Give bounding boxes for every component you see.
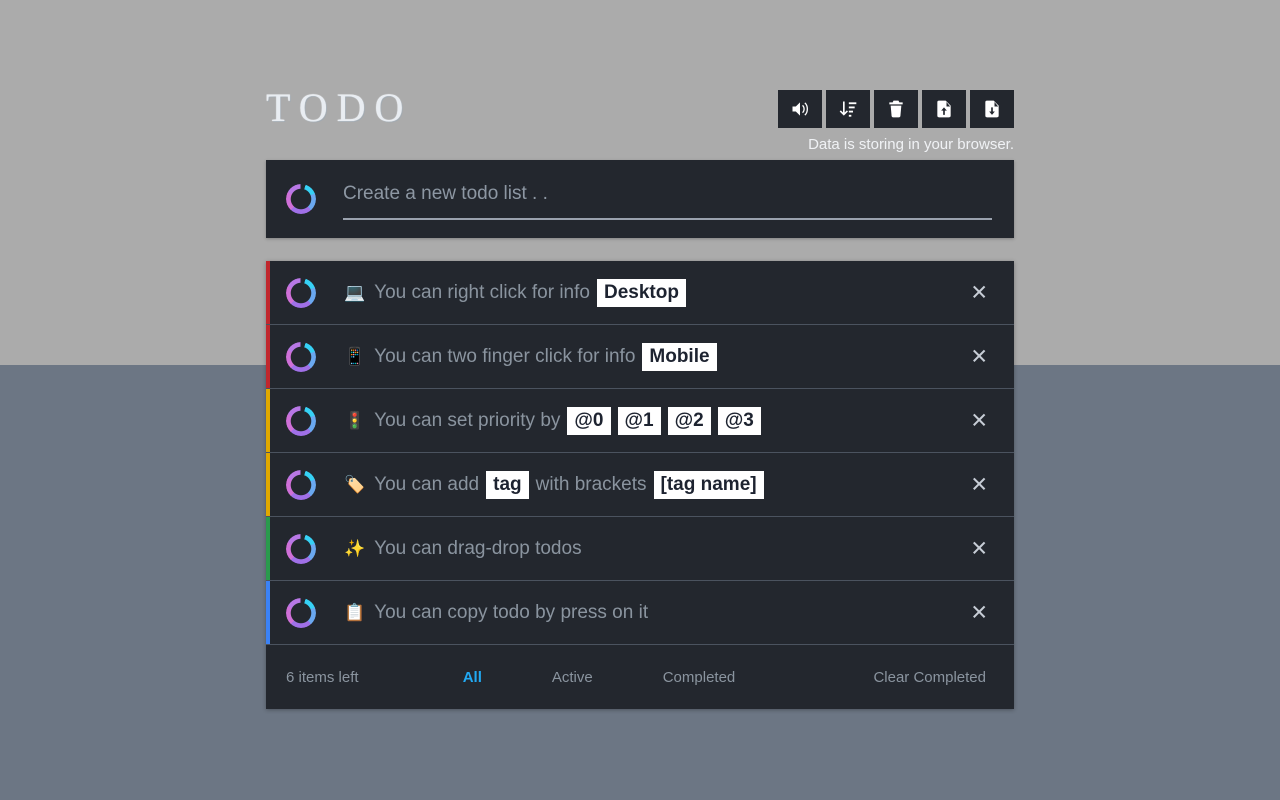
filter-completed[interactable]: Completed <box>659 667 740 688</box>
priority-bar <box>266 581 270 644</box>
page-title: TODO <box>266 85 413 130</box>
app-header: TODO Data is storing in your browser. <box>266 84 1014 154</box>
todo-row[interactable]: 📱 You can two finger click for info Mobile… <box>266 325 1014 389</box>
priority-bar <box>266 389 270 452</box>
todo-toggle-circle[interactable] <box>286 597 316 628</box>
export-button[interactable] <box>970 90 1014 128</box>
clipboard-emoji: 📋 <box>344 603 366 622</box>
filter-group: All Active Completed <box>329 667 870 688</box>
todo-badge: @1 <box>617 406 661 435</box>
trash-icon <box>886 99 906 119</box>
todo-app: TODO Data is storing in your browser. Cr… <box>0 0 1280 800</box>
todo-row[interactable]: 💻 You can right click for info Desktop ✕ <box>266 261 1014 325</box>
todo-text: You can two finger click for info Mobile <box>374 342 717 371</box>
todo-list-card: 💻 You can right click for info Desktop ✕ 📱 Yo… <box>266 261 1014 709</box>
todo-text-segment: You can drag-drop todos <box>374 537 582 559</box>
delete-todo-button[interactable]: ✕ <box>966 344 992 369</box>
todo-toggle-circle[interactable] <box>286 405 316 436</box>
todo-text: You can add tag with brackets [tag name] <box>374 470 764 499</box>
todo-badge: [tag name] <box>653 470 764 499</box>
label-tag-emoji: 🏷️ <box>344 475 366 494</box>
delete-all-button[interactable] <box>874 90 918 128</box>
sort-button[interactable] <box>826 90 870 128</box>
traffic-light-emoji: 🚦 <box>344 411 366 430</box>
new-todo-card <box>266 160 1014 238</box>
todo-badge: @0 <box>567 406 611 435</box>
todo-row[interactable]: 🏷️ You can add tag with brackets [tag name] ✕ <box>266 453 1014 517</box>
todo-text-segment: You can two finger click for info <box>374 345 636 367</box>
new-todo-input-wrapper <box>343 178 992 220</box>
todo-text-segment: You can add <box>374 473 480 495</box>
todo-text: You can copy todo by press on it <box>374 601 648 625</box>
todo-badge: Desktop <box>596 278 686 307</box>
sparkles-emoji: ✨ <box>344 539 366 558</box>
new-todo-input[interactable] <box>343 178 992 215</box>
todo-badge: Mobile <box>642 342 717 371</box>
todo-text: You can drag-drop todos <box>374 537 581 561</box>
todo-list: 💻 You can right click for info Desktop ✕ 📱 Yo… <box>266 261 1014 645</box>
delete-todo-button[interactable]: ✕ <box>966 600 992 625</box>
todo-text-segment: You can copy todo by press on it <box>374 601 649 623</box>
todo-toggle-circle[interactable] <box>286 277 316 308</box>
filter-all[interactable]: All <box>459 667 486 688</box>
toolbar <box>778 90 1014 128</box>
priority-bar <box>266 453 270 516</box>
priority-bar <box>266 325 270 388</box>
sound-button[interactable] <box>778 90 822 128</box>
todo-text-segment: You can set priority by <box>374 409 561 431</box>
import-button[interactable] <box>922 90 966 128</box>
file-upload-icon <box>934 99 954 119</box>
todo-row[interactable]: ✨ You can drag-drop todos ✕ <box>266 517 1014 581</box>
volume-up-icon <box>790 99 810 119</box>
sort-amount-down-icon <box>838 99 858 119</box>
todo-row[interactable]: 🚦 You can set priority by @0 @1 @2 @3 ✕ <box>266 389 1014 453</box>
todo-text-segment: You can right click for info <box>374 281 590 303</box>
delete-todo-button[interactable]: ✕ <box>966 472 992 497</box>
delete-todo-button[interactable]: ✕ <box>966 536 992 561</box>
delete-todo-button[interactable]: ✕ <box>966 408 992 433</box>
storage-note: Data is storing in your browser. <box>808 136 1014 153</box>
clear-completed-button[interactable]: Clear Completed <box>869 667 990 688</box>
todo-text: You can right click for info Desktop <box>374 278 686 307</box>
todo-text: You can set priority by @0 @1 @2 @3 <box>374 406 761 435</box>
file-download-icon <box>982 99 1002 119</box>
list-footer: 6 items left All Active Completed Clear Co… <box>266 645 1014 709</box>
priority-bar <box>266 261 270 324</box>
circle-ring-icon[interactable] <box>286 184 316 214</box>
todo-toggle-circle[interactable] <box>286 341 316 372</box>
priority-bar <box>266 517 270 580</box>
mobile-phone-emoji: 📱 <box>344 347 366 366</box>
todo-text-segment: with brackets <box>535 473 647 495</box>
todo-badge: @3 <box>717 406 761 435</box>
todo-toggle-circle[interactable] <box>286 469 316 500</box>
todo-row[interactable]: 📋 You can copy todo by press on it ✕ <box>266 581 1014 645</box>
filter-active[interactable]: Active <box>548 667 597 688</box>
todo-badge: @2 <box>667 406 711 435</box>
todo-badge: tag <box>486 470 529 499</box>
laptop-emoji: 💻 <box>344 283 366 302</box>
todo-toggle-circle[interactable] <box>286 533 316 564</box>
delete-todo-button[interactable]: ✕ <box>966 280 992 305</box>
